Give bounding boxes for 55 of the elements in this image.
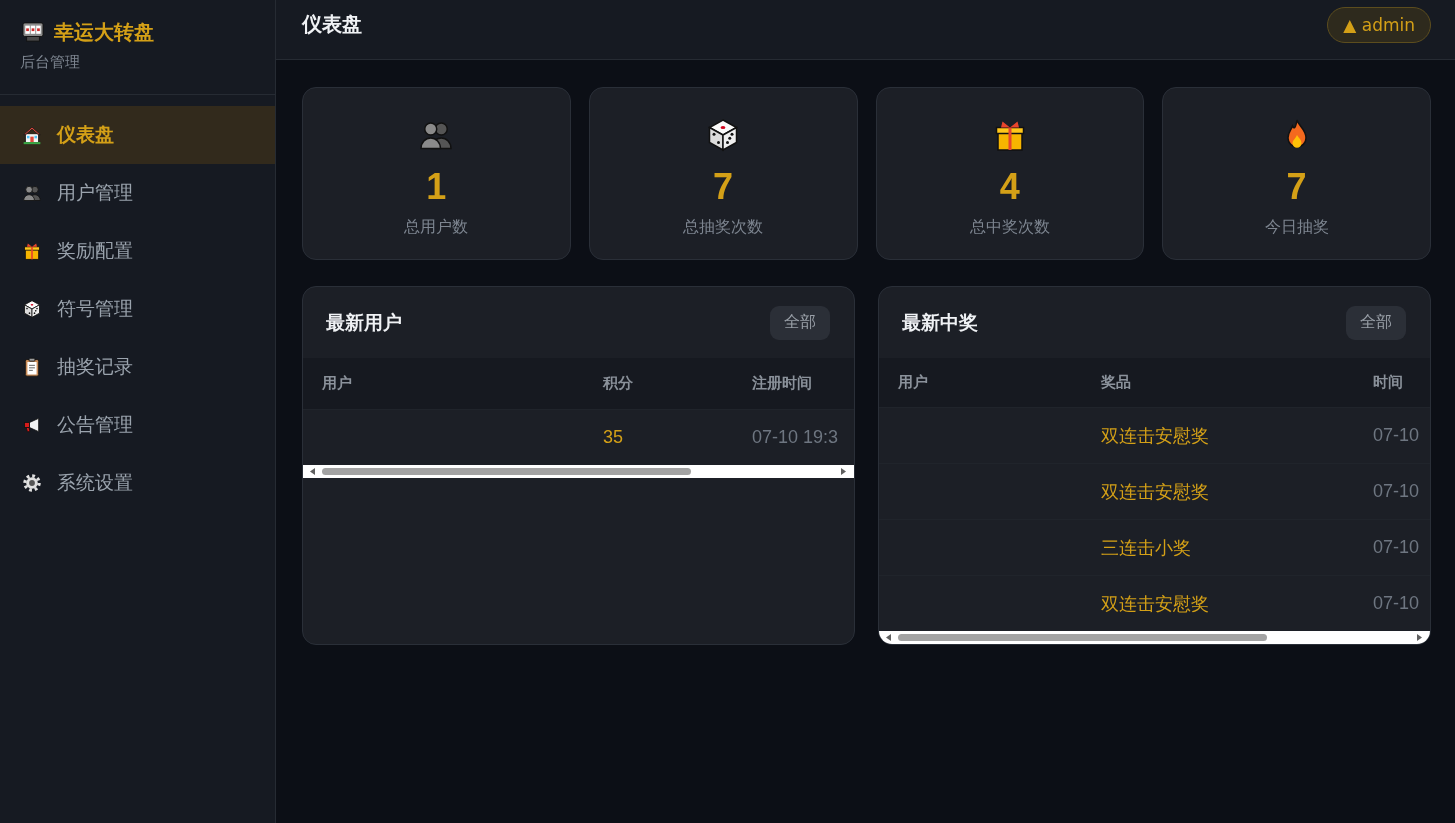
table-cell: 双连击安慰奖	[1101, 593, 1209, 614]
column-header: 用户	[897, 373, 929, 392]
megaphone-icon	[22, 415, 42, 435]
column-header: 用户	[321, 374, 353, 393]
right-arrow-icon[interactable]	[841, 468, 846, 475]
sidebar-item[interactable]: 用户管理	[0, 164, 275, 222]
scrollbar-thumb[interactable]	[898, 634, 1267, 641]
sidebar-item[interactable]: 奖励配置	[0, 222, 275, 280]
horizontal-scrollbar[interactable]	[879, 631, 1430, 644]
panel-title: 最新中奖	[902, 310, 978, 335]
sidebar-item[interactable]: 符号管理	[0, 280, 275, 338]
sidebar-item[interactable]: 系统设置	[0, 454, 275, 512]
table-cell: 07-10	[1373, 481, 1420, 501]
gift-icon	[22, 241, 42, 261]
column-header: 奖品	[1100, 373, 1132, 392]
user-badge[interactable]: ▲ admin	[1327, 6, 1431, 43]
brand-subtitle: 后台管理	[20, 52, 81, 72]
stat-label: 今日抽奖	[1264, 217, 1329, 237]
table-cell: 三连击小奖	[1101, 537, 1191, 558]
gear-icon	[22, 473, 42, 493]
stat-value: 7	[713, 167, 734, 207]
die-icon	[22, 299, 42, 319]
stat-value: 1	[426, 167, 447, 207]
view-all-button[interactable]: 全部	[770, 305, 830, 340]
right-arrow-icon[interactable]	[1417, 634, 1422, 641]
stat-label: 总中奖次数	[969, 217, 1050, 237]
column-header: 积分	[601, 374, 634, 393]
page-title: 仪表盘	[302, 12, 362, 37]
sidebar-item[interactable]: 公告管理	[0, 396, 275, 454]
table-cell: 07-10	[1373, 593, 1420, 613]
column-header: 注册时间	[751, 374, 813, 393]
brand-title: 幸运大转盘	[54, 20, 154, 44]
sidebar-item[interactable]: 仪表盘	[0, 106, 275, 164]
column-header: 时间	[1372, 373, 1404, 392]
table-cell: 双连击安慰奖	[1101, 425, 1209, 446]
table-cell: 35	[603, 427, 624, 447]
table-cell: 07-10	[1373, 425, 1420, 445]
left-arrow-icon[interactable]	[886, 634, 891, 641]
panel-title: 最新用户	[326, 310, 402, 335]
house-icon	[22, 125, 42, 145]
stat-value: 4	[999, 167, 1020, 207]
view-all-button[interactable]: 全部	[1346, 305, 1406, 340]
sidebar-item[interactable]: 抽奖记录	[0, 338, 275, 396]
table-cell: 双连击安慰奖	[1101, 481, 1209, 502]
people-icon	[22, 183, 42, 203]
stat-label: 总抽奖次数	[683, 217, 764, 237]
clipboard-icon	[22, 357, 42, 377]
horizontal-scrollbar[interactable]	[303, 465, 854, 478]
table-cell: 07-10 19:3	[752, 427, 839, 447]
left-arrow-icon[interactable]	[310, 468, 315, 475]
stat-value: 7	[1286, 167, 1307, 207]
slot-machine-icon	[22, 22, 44, 42]
scrollbar-thumb[interactable]	[322, 468, 691, 475]
stat-label: 总用户数	[404, 217, 469, 237]
table-cell: 07-10	[1373, 537, 1420, 557]
